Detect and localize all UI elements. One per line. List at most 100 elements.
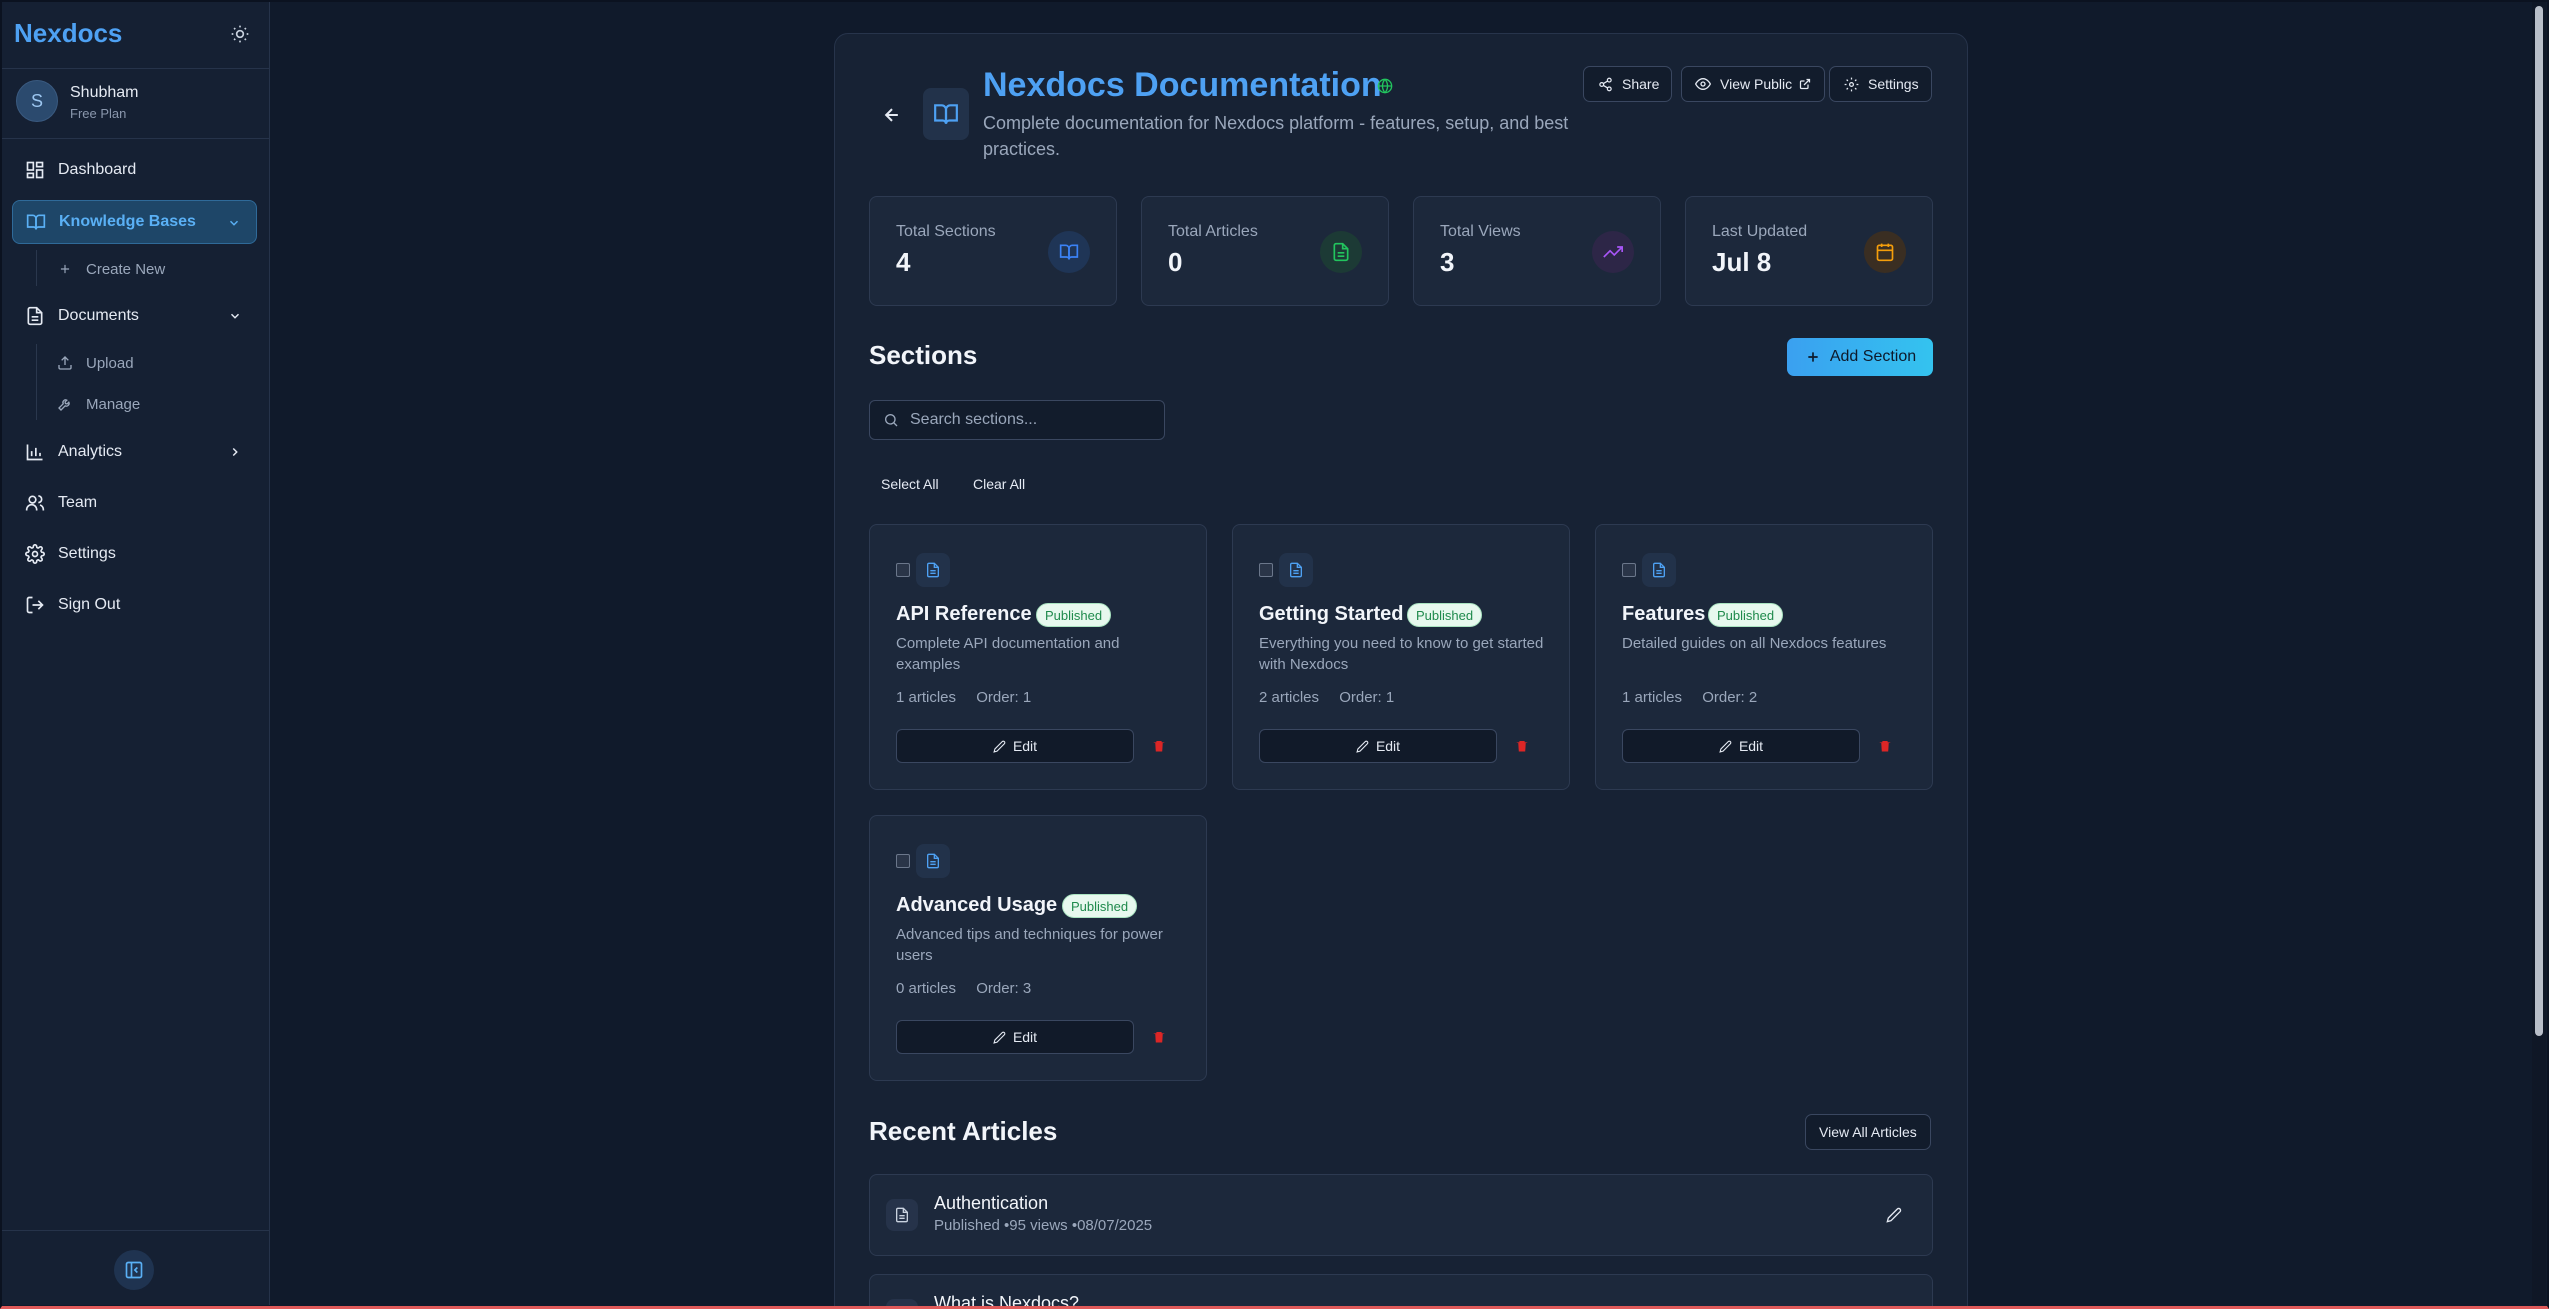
pencil-icon[interactable] [1884,1205,1904,1225]
add-section-label: Add Section [1829,348,1917,365]
stat-value: Jul 8 [1712,247,1772,277]
article-count: 2 articles [1259,689,1320,706]
tree-line [36,344,37,420]
stat-value: 4 [896,247,911,277]
article-title: Authentication [934,1193,1049,1213]
nav-label: Settings [58,545,116,562]
document-icon [886,1199,918,1231]
trash-icon[interactable] [1511,735,1533,757]
nav-analytics[interactable]: Analytics [12,430,257,474]
search-input[interactable] [910,411,1150,429]
clear-all-button[interactable]: Clear All [963,470,1035,498]
article-row[interactable]: Authentication Published •95 views •08/0… [869,1174,1933,1256]
globe-icon [1375,76,1395,96]
nav-manage[interactable]: Manage [56,389,140,419]
trash-icon[interactable] [1148,1026,1170,1048]
chevron-right-icon[interactable] [225,442,245,462]
nav-label: Analytics [58,443,123,460]
edit-button[interactable]: Edit [896,729,1134,763]
article-title: What is Nexdocs? [934,1293,1080,1309]
chevron-down-icon[interactable] [225,306,245,326]
nav-upload[interactable]: Upload [56,348,134,378]
file-icon [1320,231,1362,273]
divider [0,68,270,69]
share-button[interactable]: Share [1583,66,1673,102]
article-row[interactable]: What is Nexdocs? [869,1274,1933,1309]
stat-label: Total Sections [896,223,996,240]
section-card[interactable]: Advanced Usage Published Advanced tips a… [869,815,1207,1081]
nav-label: Upload [86,354,134,372]
section-checkbox[interactable] [1622,563,1636,577]
upload-icon [56,354,74,372]
sidebar: Nexdocs S Shubham Free Plan Dashboard Kn… [0,0,270,1305]
pencil-icon [1356,739,1370,753]
section-name: Features [1622,603,1706,625]
search-icon [882,411,900,429]
article-count: 1 articles [1622,689,1683,706]
view-public-button[interactable]: View Public [1681,66,1826,102]
section-checkbox[interactable] [896,854,910,868]
settings-label: Settings [1868,76,1919,92]
select-all-button[interactable]: Select All [871,470,949,498]
plus-icon [56,260,74,278]
sign-out-icon [24,594,46,616]
section-order: Order: 2 [1702,689,1758,706]
stat-card-total-articles: Total Articles 0 [1141,196,1389,306]
settings-button[interactable]: Settings [1829,66,1932,102]
edit-button[interactable]: Edit [1259,729,1497,763]
section-checkbox[interactable] [896,563,910,577]
theme-toggle-sun-icon[interactable] [226,20,254,48]
collapse-sidebar-icon[interactable] [114,1250,154,1290]
nav-label: Manage [86,395,141,413]
trash-icon[interactable] [1874,735,1896,757]
nav-sign-out[interactable]: Sign Out [12,583,257,627]
article-count: 1 articles [896,689,957,706]
section-card[interactable]: API Reference Published Complete API doc… [869,524,1207,790]
book-icon [25,211,47,233]
section-card[interactable]: Getting Started Published Everything you… [1232,524,1570,790]
nav-knowledge-bases[interactable]: Knowledge Bases [12,200,257,244]
edit-button[interactable]: Edit [896,1020,1134,1054]
gear-icon [1842,75,1860,93]
add-section-button[interactable]: Add Section [1787,338,1933,376]
user-profile[interactable]: S Shubham Free Plan [14,78,254,126]
section-card[interactable]: Features Published Detailed guides on al… [1595,524,1933,790]
stat-value: 0 [1168,247,1183,277]
nav-documents[interactable]: Documents [12,294,257,338]
status-badge: Published [1062,894,1138,918]
page-description: Complete documentation for Nexdocs platf… [983,113,1569,159]
bar-chart-icon [24,441,46,463]
section-order: Order: 3 [976,980,1032,997]
chevron-down-icon[interactable] [224,213,244,233]
edit-button[interactable]: Edit [1622,729,1860,763]
users-icon [24,492,46,514]
page-title: Nexdocs Documentation [983,66,1382,104]
trash-icon[interactable] [1148,735,1170,757]
section-description: Complete API documentation and examples [896,635,1120,673]
nav-team[interactable]: Team [12,481,257,525]
document-icon [24,305,46,327]
section-meta: 2 articles Order: 1 [1259,689,1410,706]
pencil-icon [993,1030,1007,1044]
back-arrow-icon[interactable] [879,102,905,128]
share-icon [1596,75,1614,93]
book-icon [1048,231,1090,273]
book-icon [923,88,969,140]
nav-dashboard[interactable]: Dashboard [12,148,257,192]
nav-settings[interactable]: Settings [12,532,257,576]
brand-row: Nexdocs [14,18,254,52]
section-checkbox[interactable] [1259,563,1273,577]
recent-articles-heading: Recent Articles [869,1116,1058,1146]
pencil-icon [1719,739,1733,753]
nav-label: Documents [58,307,139,324]
view-all-articles-button[interactable]: View All Articles [1805,1114,1931,1150]
document-icon [916,844,950,878]
article-count: 0 articles [896,980,957,997]
user-plan: Free Plan [70,106,127,121]
nav-label: Dashboard [58,161,137,178]
stat-label: Last Updated [1712,223,1808,240]
scrollbar-thumb[interactable] [2535,6,2543,1036]
nav-create-new[interactable]: Create New [56,254,165,284]
brand-logo[interactable]: Nexdocs [14,18,122,49]
stat-card-total-views: Total Views 3 [1413,196,1661,306]
